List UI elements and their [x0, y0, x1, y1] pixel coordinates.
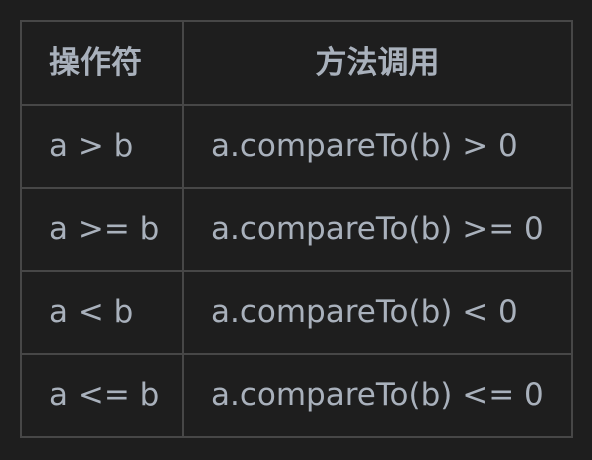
method-call-cell: a.compareTo(b) >= 0 [182, 187, 573, 272]
header-method-call: 方法调用 [182, 20, 573, 106]
table-body: a > b a.compareTo(b) > 0 a >= b a.compar… [20, 104, 573, 438]
table-row: a > b a.compareTo(b) > 0 [20, 104, 573, 189]
operator-cell: a > b [20, 104, 184, 189]
table-row: a >= b a.compareTo(b) >= 0 [20, 187, 573, 272]
operator-cell: a <= b [20, 353, 184, 438]
table-header: 操作符 方法调用 [20, 20, 573, 106]
method-call-cell: a.compareTo(b) > 0 [182, 104, 573, 189]
operator-method-table: 操作符 方法调用 a > b a.compareTo(b) > 0 a >= b… [20, 20, 573, 438]
header-row: 操作符 方法调用 [20, 20, 573, 106]
operator-cell: a >= b [20, 187, 184, 272]
method-call-cell: a.compareTo(b) <= 0 [182, 353, 573, 438]
header-operator: 操作符 [20, 20, 184, 106]
table-row: a < b a.compareTo(b) < 0 [20, 270, 573, 355]
operator-cell: a < b [20, 270, 184, 355]
table-row: a <= b a.compareTo(b) <= 0 [20, 353, 573, 438]
method-call-cell: a.compareTo(b) < 0 [182, 270, 573, 355]
